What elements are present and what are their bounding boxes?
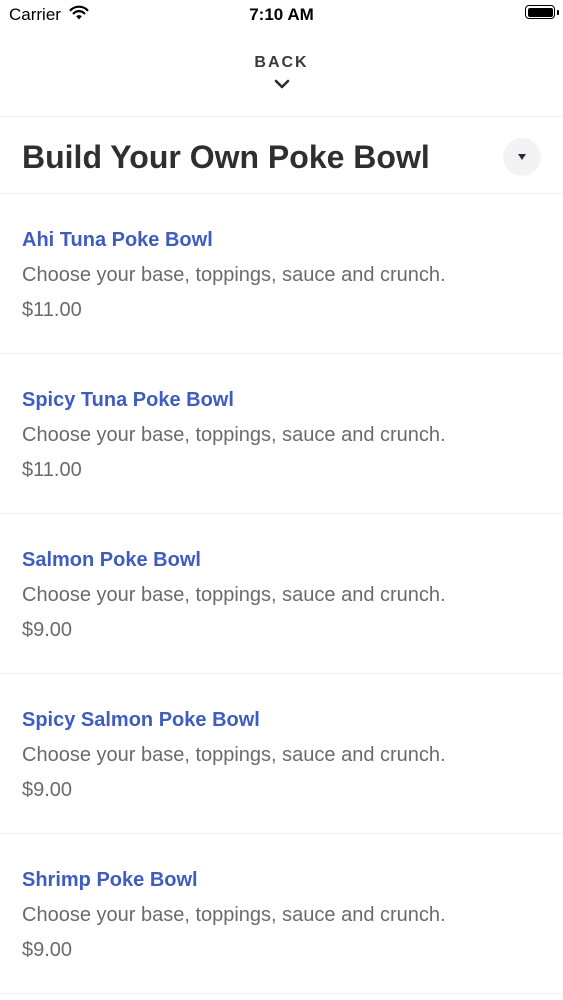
item-name: Spicy Salmon Poke Bowl bbox=[22, 709, 260, 731]
back-button[interactable]: BACK bbox=[0, 30, 563, 117]
chevron-down-icon bbox=[274, 76, 290, 94]
menu-item[interactable]: Shrimp Poke Bowl Choose your base, toppi… bbox=[0, 834, 563, 994]
item-name: Shrimp Poke Bowl bbox=[22, 869, 198, 891]
item-price: $9.00 bbox=[22, 939, 73, 961]
item-name: Spicy Tuna Poke Bowl bbox=[22, 389, 234, 411]
menu-item[interactable]: Salmon Poke Bowl Choose your base, toppi… bbox=[0, 514, 563, 674]
item-name: Ahi Tuna Poke Bowl bbox=[22, 229, 213, 251]
item-description: Choose your base, toppings, sauce and cr… bbox=[22, 904, 446, 926]
back-label: BACK bbox=[254, 54, 309, 71]
section-collapse-button[interactable] bbox=[503, 138, 541, 176]
menu-item-list: Ahi Tuna Poke Bowl Choose your base, top… bbox=[0, 194, 563, 994]
menu-item[interactable]: Ahi Tuna Poke Bowl Choose your base, top… bbox=[0, 194, 563, 354]
battery-indicator bbox=[525, 5, 559, 19]
item-name: Salmon Poke Bowl bbox=[22, 549, 201, 571]
item-description: Choose your base, toppings, sauce and cr… bbox=[22, 424, 446, 446]
caret-down-icon bbox=[517, 148, 527, 166]
item-price: $11.00 bbox=[22, 299, 82, 321]
item-price: $11.00 bbox=[22, 459, 82, 481]
section-header: Build Your Own Poke Bowl bbox=[0, 117, 563, 194]
status-bar: Carrier 7:10 AM bbox=[0, 0, 563, 30]
section-title: Build Your Own Poke Bowl bbox=[22, 139, 430, 175]
battery-icon bbox=[525, 5, 559, 19]
menu-item[interactable]: Spicy Tuna Poke Bowl Choose your base, t… bbox=[0, 354, 563, 514]
item-description: Choose your base, toppings, sauce and cr… bbox=[22, 264, 446, 286]
item-description: Choose your base, toppings, sauce and cr… bbox=[22, 744, 446, 766]
item-description: Choose your base, toppings, sauce and cr… bbox=[22, 584, 446, 606]
menu-item[interactable]: Spicy Salmon Poke Bowl Choose your base,… bbox=[0, 674, 563, 834]
item-price: $9.00 bbox=[22, 619, 73, 641]
status-time: 7:10 AM bbox=[249, 5, 314, 24]
item-price: $9.00 bbox=[22, 779, 73, 801]
